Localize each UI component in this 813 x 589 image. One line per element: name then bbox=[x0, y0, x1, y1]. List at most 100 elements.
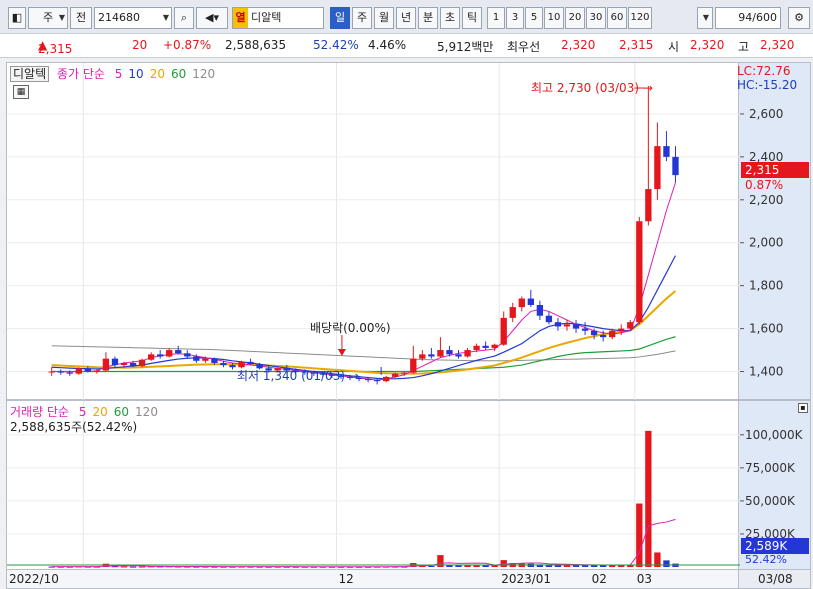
volume-bar-10 bbox=[138, 566, 146, 568]
candle-body-53 bbox=[527, 298, 534, 305]
count-total: /600 bbox=[752, 11, 777, 24]
volume-bar-60 bbox=[590, 565, 598, 567]
candle-body-39 bbox=[401, 372, 408, 374]
volume-bar-68 bbox=[663, 560, 670, 567]
volume-legend-title: 거래량 단순 bbox=[10, 405, 70, 419]
candle-body-40 bbox=[410, 358, 417, 373]
y-tick-2600: 2,600 bbox=[749, 107, 783, 121]
code-input[interactable]: 214680 ▼ bbox=[94, 7, 172, 29]
y-tick-1800: 1,800 bbox=[749, 279, 783, 293]
interval-button-1[interactable]: 1 bbox=[487, 7, 505, 29]
price-panel[interactable]: 1,400 1,600 1,800 2,000 2,200 2,400 2,600 디알텍 … bbox=[6, 62, 811, 401]
vol-y-tick-3: 100,000K bbox=[745, 428, 804, 442]
stock-name-field[interactable]: 열 디알텍 bbox=[232, 7, 324, 29]
hc-label: HC:-15.20 bbox=[737, 78, 798, 92]
candle-body-19 bbox=[220, 362, 227, 366]
price-legend: 디알텍 종가 단순 5 10 20 60 120 bbox=[10, 65, 215, 82]
date-axis: 2022/10 12 2023/01 02 03 03/08 bbox=[6, 570, 811, 589]
ma-legend-5: 5 bbox=[114, 67, 123, 81]
interval-button-30[interactable]: 30 bbox=[586, 7, 606, 29]
grid-toggle-icon[interactable]: ▦ bbox=[13, 85, 29, 99]
candle-body-5 bbox=[93, 370, 101, 372]
candle-body-14 bbox=[175, 350, 182, 354]
interval-button-3[interactable]: 3 bbox=[506, 7, 524, 29]
code-value: 214680 bbox=[98, 11, 140, 24]
cursor-date: 03/08 bbox=[758, 572, 793, 586]
candle-body-20 bbox=[229, 365, 236, 368]
candle-body-37 bbox=[383, 376, 390, 382]
candle-body-3 bbox=[75, 368, 82, 374]
volume-ma-legend-120: 120 bbox=[135, 405, 158, 419]
candle-body-36 bbox=[373, 380, 381, 382]
vol-y-tick-1: 50,000K bbox=[745, 494, 796, 508]
chevron-down-icon: ▼ bbox=[58, 13, 65, 22]
candle-body-54 bbox=[536, 304, 544, 316]
stock-name-value: 디알텍 bbox=[251, 11, 282, 24]
period-button-5[interactable]: 초 bbox=[440, 7, 460, 29]
market-select-label: 주 bbox=[42, 11, 54, 24]
interval-button-10[interactable]: 10 bbox=[544, 7, 564, 29]
volume-panel[interactable]: 25,000K 50,000K 75,000K 100,000K 거래량 단순 5 20… bbox=[6, 400, 811, 571]
period-button-1[interactable]: 주 bbox=[352, 7, 372, 29]
period-button-2[interactable]: 월 bbox=[374, 7, 394, 29]
volume-ma-legend: 5 20 60 120 bbox=[73, 405, 158, 419]
candle-body-46 bbox=[464, 350, 471, 357]
ma-legend-20: 20 bbox=[149, 67, 165, 81]
vol-ratio-value: 52.42% bbox=[313, 38, 359, 52]
candle-body-22 bbox=[247, 361, 254, 365]
close-icon[interactable]: ▪ bbox=[798, 403, 808, 413]
stock-tag: 열 bbox=[233, 8, 248, 28]
candle-body-50 bbox=[500, 317, 507, 345]
scope-button[interactable]: 전 bbox=[70, 7, 92, 29]
candle-body-42 bbox=[428, 354, 435, 357]
layout-icon[interactable]: ◧ bbox=[8, 7, 26, 29]
period-button-0[interactable]: 일 bbox=[330, 7, 350, 29]
volume-bar-66 bbox=[645, 430, 652, 567]
candle-body-62 bbox=[609, 330, 616, 338]
price-value: 2,315 ▲ bbox=[38, 38, 73, 56]
period-button-3[interactable]: 년 bbox=[396, 7, 416, 29]
candle-body-65 bbox=[636, 221, 643, 323]
settings-icon[interactable]: ⚙ bbox=[788, 7, 810, 29]
y-tick-1600: 1,600 bbox=[749, 322, 783, 336]
count-field[interactable]: 94/600 bbox=[715, 7, 781, 29]
candle-body-13 bbox=[166, 350, 173, 357]
period-button-4[interactable]: 분 bbox=[418, 7, 438, 29]
bid-label: 최우선 bbox=[507, 40, 541, 54]
interval-button-120[interactable]: 120 bbox=[628, 7, 652, 29]
dropdown-icon[interactable]: ▼ bbox=[697, 7, 713, 29]
candle-body-7 bbox=[111, 358, 119, 366]
low-annotation: 최저 1,340 (01/03) → bbox=[237, 369, 359, 383]
ma-legend-10: 10 bbox=[128, 67, 144, 81]
period-button-6[interactable]: 틱 bbox=[462, 7, 482, 29]
candle-body-48 bbox=[482, 345, 489, 348]
candle-body-43 bbox=[437, 350, 444, 357]
dividend-annotation: 배당락(0.00%) bbox=[310, 321, 391, 335]
candle-body-15 bbox=[184, 353, 191, 357]
candle-body-44 bbox=[446, 350, 453, 355]
candle-body-12 bbox=[157, 354, 164, 357]
candle-body-58 bbox=[572, 324, 580, 329]
current-volume-tag: 2,589K bbox=[741, 538, 809, 554]
interval-button-5[interactable]: 5 bbox=[525, 7, 543, 29]
volume-ma-legend-20: 20 bbox=[92, 405, 108, 419]
chart-window: ◧ 주 ▼ 전 214680 ▼ ⌕ ◀▾ 열 디알텍 일주월년분초틱 1351… bbox=[0, 0, 813, 589]
toolbar: ◧ 주 ▼ 전 214680 ▼ ⌕ ◀▾ 열 디알텍 일주월년분초틱 1351… bbox=[0, 0, 813, 34]
candle-body-59 bbox=[581, 328, 589, 331]
volume-bar-61 bbox=[599, 565, 607, 567]
count-value: 94 bbox=[738, 11, 753, 24]
candle-body-66 bbox=[645, 189, 652, 222]
high-label: 고 bbox=[738, 40, 750, 54]
change-pct-value: +0.87% bbox=[163, 38, 212, 52]
quote-bar: 2,315 ▲ 20 +0.87% 2,588,635 52.42% 4.46%… bbox=[0, 34, 813, 58]
speaker-icon[interactable]: ◀▾ bbox=[196, 7, 228, 29]
amount-value: 5,912백만 bbox=[437, 40, 494, 54]
legend-title: 종가 단순 bbox=[56, 67, 105, 81]
volume-bar-45 bbox=[455, 565, 462, 567]
search-icon[interactable]: ⌕ bbox=[174, 7, 194, 29]
interval-button-20[interactable]: 20 bbox=[565, 7, 585, 29]
interval-button-60[interactable]: 60 bbox=[607, 7, 627, 29]
candle-body-11 bbox=[147, 354, 155, 360]
market-select[interactable]: 주 ▼ bbox=[28, 7, 68, 29]
ma-line-ma5 bbox=[51, 182, 676, 381]
